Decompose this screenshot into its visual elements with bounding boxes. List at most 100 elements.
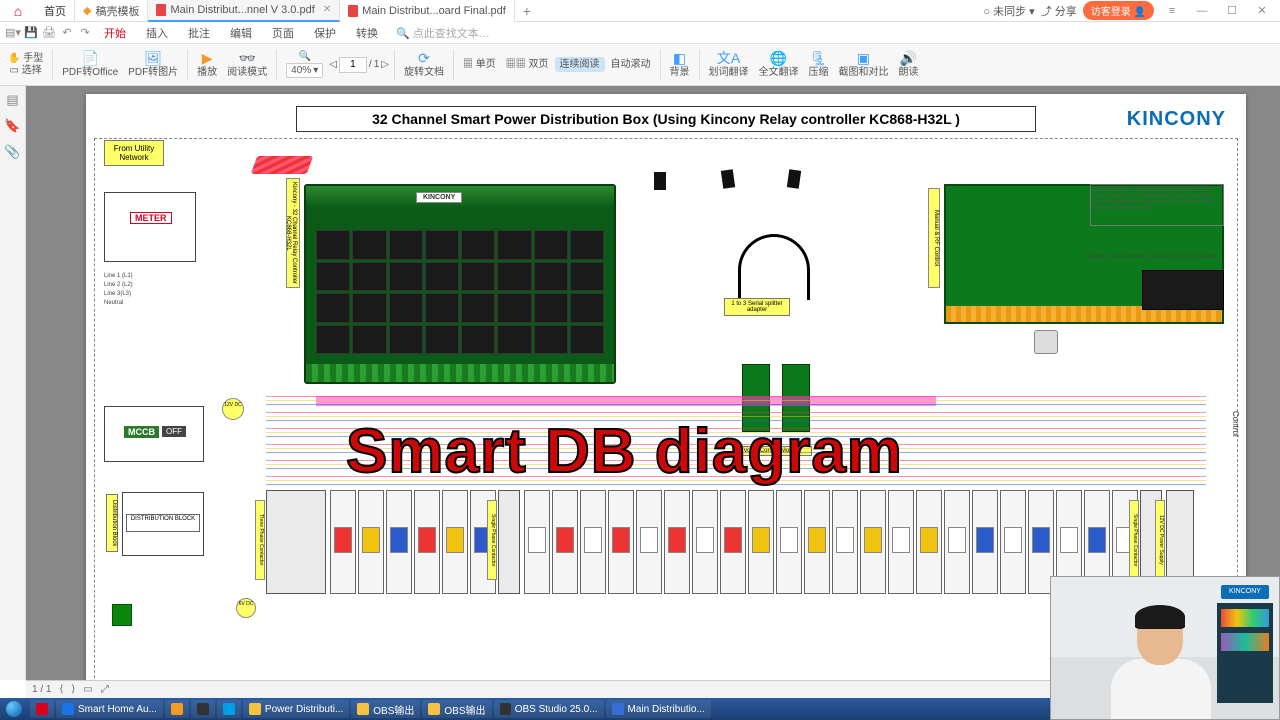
page-indicator: 1 / 1: [32, 684, 51, 695]
menu-protect[interactable]: 保护: [304, 25, 346, 41]
read-mode[interactable]: 👓阅读模式: [223, 51, 271, 78]
rotate-button[interactable]: ⟳旋转文档: [400, 51, 448, 78]
rf-remote: [1034, 330, 1058, 354]
manual-side-label: Manual & RF Control: [928, 188, 940, 288]
tab-pdf-final[interactable]: Main Distribut...oard Final.pdf: [340, 0, 515, 22]
single-page[interactable]: ▦ 单页: [459, 59, 500, 70]
brand-logo: KINCONY: [1127, 108, 1226, 131]
relay-brand: KINCONY: [416, 192, 462, 203]
voice-module-area: 1 to 3 Serial splitter adapter Voice Con…: [672, 194, 868, 394]
share-button[interactable]: ⤴ 分享: [1041, 3, 1077, 19]
menu-page[interactable]: 页面: [262, 25, 304, 41]
taskbar-item[interactable]: OBS输出: [422, 700, 491, 718]
person-body: [1111, 659, 1211, 720]
menu-dropdown-icon[interactable]: ▤▾: [4, 26, 22, 39]
redo-icon[interactable]: ↷: [76, 26, 94, 39]
overlay-caption: Smart DB diagram: [346, 416, 903, 487]
dist-side-label: Distribution Block: [106, 494, 118, 552]
read-aloud[interactable]: 🔊朗读: [895, 51, 923, 78]
app-home-icon[interactable]: ⌂: [0, 3, 36, 19]
sync-status[interactable]: ○ 未同步 ▾: [983, 3, 1034, 19]
undo-icon[interactable]: ↶: [58, 26, 76, 39]
close-window-icon[interactable]: ✕: [1250, 4, 1274, 17]
taskbar-item[interactable]: Power Distributi...: [243, 700, 349, 718]
minimize-icon[interactable]: —: [1190, 5, 1214, 17]
save-icon[interactable]: 💾: [22, 26, 40, 39]
meter-label: METER: [130, 212, 172, 224]
webcam-overlay: KINCONY: [1050, 576, 1280, 720]
auto-scroll[interactable]: 自动滚动: [607, 59, 655, 70]
login-button[interactable]: 访客登录 👤: [1083, 1, 1154, 20]
bookmarks-icon[interactable]: 🔖: [4, 118, 20, 134]
menu-insert[interactable]: 插入: [136, 25, 178, 41]
taskbar-item[interactable]: [165, 700, 189, 718]
tab-pdf-main[interactable]: Main Distribut...nnel V 3.0.pdf✕: [148, 0, 340, 22]
cable-arc: [738, 234, 810, 300]
menu-icon[interactable]: ≡: [1160, 5, 1184, 17]
pdf-to-office[interactable]: 📄PDF转Office: [58, 51, 122, 78]
mccb-state: OFF: [162, 426, 186, 437]
page-nav[interactable]: ◁ / 1 ▷: [329, 57, 389, 73]
print-icon[interactable]: 🖨: [40, 26, 58, 39]
person-hair: [1135, 605, 1185, 629]
new-tab-button[interactable]: +: [515, 3, 539, 19]
connector-plug: [721, 169, 735, 188]
continuous-read[interactable]: 连续阅读: [555, 57, 605, 72]
taskbar-item[interactable]: Smart Home Au...: [56, 700, 163, 718]
full-translate[interactable]: 🌐全文翻译: [755, 51, 803, 78]
fit-icon[interactable]: ▭: [83, 684, 92, 695]
play-button[interactable]: ▶播放: [193, 51, 221, 78]
maximize-icon[interactable]: ☐: [1220, 4, 1244, 17]
word-translate[interactable]: 文A划词翻译: [705, 51, 753, 78]
line-labels: Line 1 (L1)Line 2 (L2)Line 3(L3)Neutral: [104, 272, 133, 308]
background-button[interactable]: ◧背景: [666, 51, 694, 78]
thumbnails-icon[interactable]: ▤: [6, 92, 18, 108]
close-icon[interactable]: ✕: [323, 4, 331, 15]
taskbar-item[interactable]: Main Distributio...: [606, 700, 711, 718]
attachments-icon[interactable]: 📎: [4, 144, 20, 160]
menu-annotate[interactable]: 批注: [178, 25, 220, 41]
hand-tool[interactable]: ✋ 手型▭ 选择: [4, 53, 47, 76]
dc12-label: 12V DC: [222, 398, 244, 420]
ribbon-toolbar: ✋ 手型▭ 选择 📄PDF转Office 🖼PDF转图片 ▶播放 👓阅读模式 🔍…: [0, 44, 1280, 86]
compress-button[interactable]: 🗜压缩: [805, 51, 833, 78]
connector-plug: [787, 169, 801, 188]
webcam-brand: KINCONY: [1221, 585, 1269, 599]
taskbar-item[interactable]: [30, 700, 54, 718]
splitter-label: 1 to 3 Serial splitter adapter: [724, 298, 790, 316]
mccb-label: MCCB: [124, 426, 159, 438]
diagram-title: 32 Channel Smart Power Distribution Box …: [296, 106, 1036, 132]
prev-page-icon[interactable]: ⟨: [59, 684, 63, 695]
ground-symbol: [112, 604, 132, 626]
pdf-icon: [348, 5, 358, 17]
control-label: Control: [1228, 374, 1240, 474]
menu-edit[interactable]: 编辑: [220, 25, 262, 41]
taskbar-item[interactable]: OBS输出: [351, 700, 420, 718]
keypad-label: Keypad - Push Button -Self reset 16 x 16…: [1086, 254, 1217, 260]
meter-box: [104, 192, 196, 262]
taskbar-item[interactable]: [191, 700, 215, 718]
left-sidebar: ▤ 🔖 📎: [0, 86, 26, 680]
start-button[interactable]: [0, 698, 28, 720]
tab-template[interactable]: ◆稿壳模板: [75, 0, 148, 22]
relay-board: KINCONY: [304, 184, 616, 384]
taskbar-item[interactable]: [217, 700, 241, 718]
manual-note: Note: Advisable to use separate/independ…: [1090, 184, 1224, 226]
next-page-icon[interactable]: ⟩: [71, 684, 75, 695]
heatsink-graphic: [251, 156, 314, 174]
shelf-graphic: [1217, 603, 1273, 703]
search-input[interactable]: 🔍 点此查找文本…: [396, 25, 490, 41]
screenshot-compare[interactable]: ▣截图和对比: [835, 51, 893, 78]
tab-home[interactable]: 首页: [36, 0, 75, 22]
page-input[interactable]: [339, 57, 367, 73]
zoom-control[interactable]: 🔍40% ▾: [282, 51, 327, 78]
menu-bar: ▤▾ 💾 🖨 ↶ ↷ 开始 插入 批注 编辑 页面 保护 转换 🔍 点此查找文本…: [0, 22, 1280, 44]
pdf-to-image[interactable]: 🖼PDF转图片: [124, 51, 182, 78]
title-bar: ⌂ 首页 ◆稿壳模板 Main Distribut...nnel V 3.0.p…: [0, 0, 1280, 22]
fullscreen-icon[interactable]: ⤢: [101, 684, 109, 695]
pdf-icon: [156, 4, 166, 16]
menu-start[interactable]: 开始: [94, 25, 136, 41]
taskbar-item[interactable]: OBS Studio 25.0...: [494, 700, 604, 718]
menu-convert[interactable]: 转换: [346, 25, 388, 41]
double-page[interactable]: ▦▦ 双页: [502, 59, 553, 70]
